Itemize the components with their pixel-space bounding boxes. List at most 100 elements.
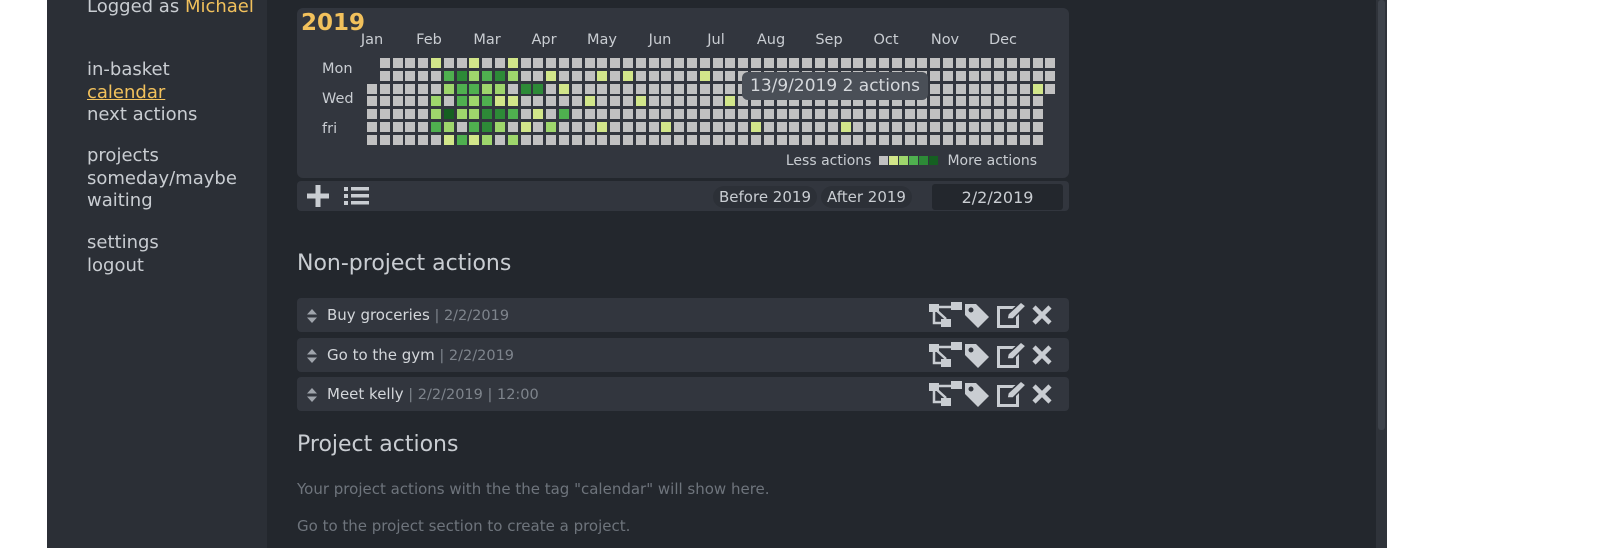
- heatmap-day-cell[interactable]: [712, 70, 723, 81]
- heatmap-day-cell[interactable]: [597, 134, 608, 145]
- heatmap-day-cell[interactable]: [802, 134, 813, 145]
- tag-icon[interactable]: [963, 302, 991, 328]
- heatmap-day-cell[interactable]: [674, 134, 685, 145]
- close-icon[interactable]: [1031, 342, 1059, 368]
- heatmap-day-cell[interactable]: [597, 109, 608, 120]
- heatmap-day-cell[interactable]: [392, 109, 403, 120]
- heatmap-day-cell[interactable]: [712, 96, 723, 107]
- heatmap-day-cell[interactable]: [827, 122, 838, 132]
- heatmap-day-cell[interactable]: [879, 58, 889, 68]
- heatmap-day-cell[interactable]: [725, 83, 736, 94]
- heatmap-day-cell[interactable]: [431, 83, 441, 94]
- heatmap-day-cell[interactable]: [584, 83, 595, 94]
- heatmap-day-cell[interactable]: [699, 70, 710, 81]
- heatmap-day-cell[interactable]: [546, 83, 557, 94]
- heatmap-day-cell[interactable]: [879, 122, 889, 132]
- heatmap-day-cell[interactable]: [827, 134, 838, 145]
- heatmap-day-cell[interactable]: [687, 83, 697, 94]
- edit-icon[interactable]: [997, 380, 1028, 407]
- heatmap-day-cell[interactable]: [674, 109, 685, 120]
- heatmap-day-cell[interactable]: [955, 70, 966, 81]
- heatmap-day-cell[interactable]: [802, 122, 813, 132]
- heatmap-day-cell[interactable]: [520, 122, 531, 132]
- heatmap-day-cell[interactable]: [546, 134, 557, 145]
- heatmap-day-cell[interactable]: [559, 96, 569, 107]
- heatmap-day-cell[interactable]: [559, 134, 569, 145]
- heatmap-day-cell[interactable]: [1019, 109, 1030, 120]
- heatmap-day-cell[interactable]: [623, 122, 633, 132]
- heatmap-day-cell[interactable]: [674, 122, 685, 132]
- heatmap-day-cell[interactable]: [994, 96, 1005, 107]
- heatmap-day-cell[interactable]: [648, 96, 659, 107]
- heatmap-day-cell[interactable]: [699, 109, 710, 120]
- heatmap-day-cell[interactable]: [520, 109, 531, 120]
- heatmap-day-cell[interactable]: [482, 96, 493, 107]
- heatmap-day-cell[interactable]: [674, 58, 685, 68]
- heatmap-day-cell[interactable]: [930, 70, 941, 81]
- heatmap-day-cell[interactable]: [725, 134, 736, 145]
- heatmap-day-cell[interactable]: [955, 58, 966, 68]
- heatmap-day-cell[interactable]: [546, 96, 557, 107]
- heatmap-day-cell[interactable]: [431, 70, 441, 81]
- heatmap-day-cell[interactable]: [738, 134, 749, 145]
- heatmap-day-cell[interactable]: [635, 58, 646, 68]
- heatmap-day-cell[interactable]: [584, 58, 595, 68]
- heatmap-day-cell[interactable]: [738, 58, 749, 68]
- heatmap-day-cell[interactable]: [635, 96, 646, 107]
- heatmap-day-cell[interactable]: [443, 58, 454, 68]
- heatmap-day-cell[interactable]: [571, 83, 582, 94]
- heatmap-day-cell[interactable]: [687, 96, 697, 107]
- heatmap-day-cell[interactable]: [917, 109, 928, 120]
- heatmap-day-cell[interactable]: [379, 96, 390, 107]
- hierarchy-icon[interactable]: [929, 342, 962, 368]
- heatmap-day-cell[interactable]: [559, 70, 569, 81]
- heatmap-day-cell[interactable]: [431, 109, 441, 120]
- heatmap-day-cell[interactable]: [533, 96, 544, 107]
- heatmap-day-cell[interactable]: [1007, 96, 1017, 107]
- heatmap-day-cell[interactable]: [623, 134, 633, 145]
- heatmap-day-cell[interactable]: [379, 134, 390, 145]
- heatmap-day-cell[interactable]: [533, 83, 544, 94]
- heatmap-day-cell[interactable]: [533, 109, 544, 120]
- heatmap-day-cell[interactable]: [917, 134, 928, 145]
- heatmap-day-cell[interactable]: [943, 122, 953, 132]
- heatmap-day-cell[interactable]: [891, 109, 902, 120]
- heatmap-day-cell[interactable]: [981, 109, 992, 120]
- heatmap-day-cell[interactable]: [546, 109, 557, 120]
- heatmap-day-cell[interactable]: [559, 58, 569, 68]
- heatmap-day-cell[interactable]: [623, 96, 633, 107]
- heatmap-day-cell[interactable]: [661, 96, 672, 107]
- heatmap-day-cell[interactable]: [738, 109, 749, 120]
- heatmap-day-cell[interactable]: [802, 109, 813, 120]
- heatmap-day-cell[interactable]: [943, 109, 953, 120]
- heatmap-day-cell[interactable]: [1032, 122, 1043, 132]
- action-row[interactable]: Go to the gym | 2/2/2019: [297, 338, 1069, 372]
- heatmap-day-cell[interactable]: [482, 83, 493, 94]
- heatmap-day-cell[interactable]: [1045, 70, 1056, 81]
- heatmap-day-cell[interactable]: [674, 70, 685, 81]
- heatmap-day-cell[interactable]: [968, 109, 979, 120]
- heatmap-day-cell[interactable]: [1045, 83, 1056, 94]
- heatmap-day-cell[interactable]: [648, 122, 659, 132]
- heatmap-day-cell[interactable]: [405, 83, 416, 94]
- heatmap-day-cell[interactable]: [699, 58, 710, 68]
- heatmap-day-cell[interactable]: [1032, 58, 1043, 68]
- heatmap-day-cell[interactable]: [379, 83, 390, 94]
- heatmap-day-cell[interactable]: [392, 134, 403, 145]
- heatmap-day-cell[interactable]: [1032, 134, 1043, 145]
- heatmap-day-cell[interactable]: [469, 83, 480, 94]
- heatmap-day-cell[interactable]: [456, 70, 467, 81]
- plus-icon[interactable]: [306, 183, 330, 213]
- heatmap-day-cell[interactable]: [815, 122, 825, 132]
- nav-in-basket[interactable]: in-basket: [87, 59, 197, 82]
- action-text[interactable]: Meet kelly | 2/2/2019 | 12:00: [327, 385, 539, 403]
- heatmap-day-cell[interactable]: [699, 96, 710, 107]
- heatmap-day-cell[interactable]: [1032, 70, 1043, 81]
- heatmap-day-cell[interactable]: [648, 70, 659, 81]
- heatmap-day-cell[interactable]: [955, 109, 966, 120]
- heatmap-day-cell[interactable]: [943, 96, 953, 107]
- heatmap-day-cell[interactable]: [661, 109, 672, 120]
- heatmap-day-cell[interactable]: [763, 58, 774, 68]
- heatmap-day-cell[interactable]: [994, 70, 1005, 81]
- heatmap-day-cell[interactable]: [712, 58, 723, 68]
